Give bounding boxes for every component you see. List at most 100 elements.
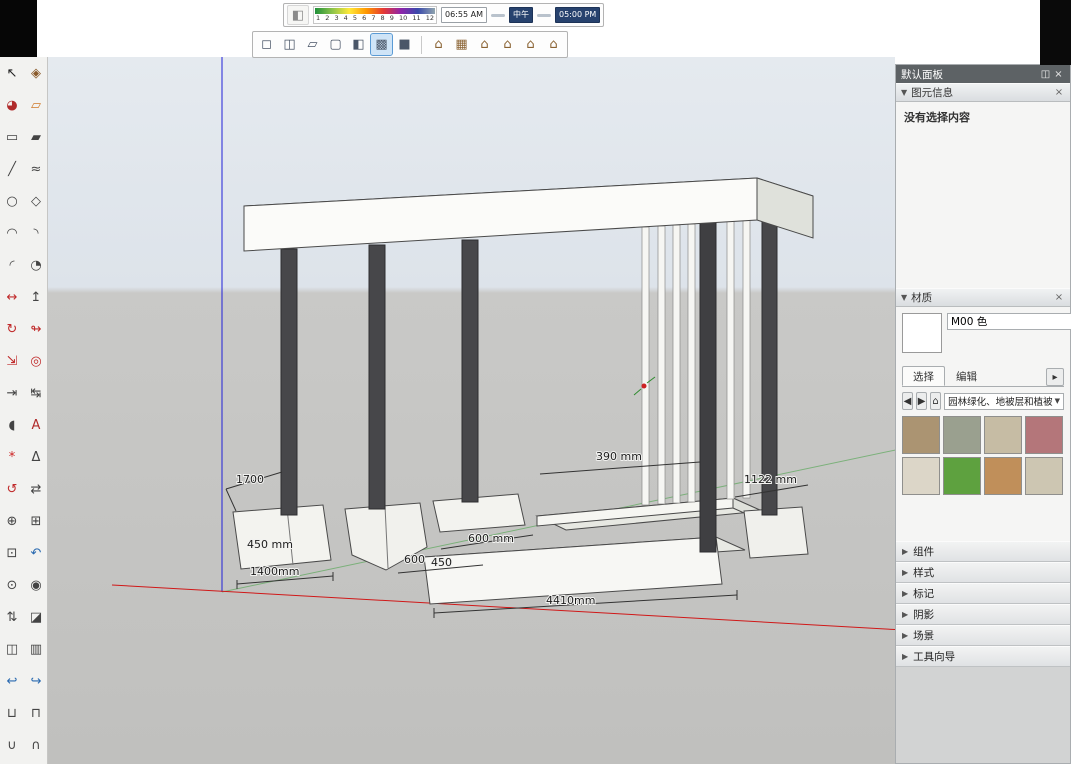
front-view-button[interactable]: ⌂ xyxy=(474,34,495,55)
position-camera-tool[interactable]: ⊙ xyxy=(0,569,24,601)
paint-bucket-tool[interactable]: ◕ xyxy=(0,89,24,121)
shadow-toggle-button[interactable]: ◧ xyxy=(287,5,309,25)
zoom-previous-tool[interactable]: ↶ xyxy=(24,537,48,569)
tab-edit[interactable]: 编辑 xyxy=(945,366,988,386)
orbit-tool[interactable]: ↺ xyxy=(0,473,24,505)
hidden-line-mode-button[interactable]: ▢ xyxy=(325,34,346,55)
xray-mode-button[interactable]: ◻ xyxy=(256,34,277,55)
3d-text-tool[interactable]: Δ xyxy=(24,441,48,473)
entity-info-header[interactable]: ▼ 图元信息 × xyxy=(896,83,1070,102)
shaded-mode-button[interactable]: ◧ xyxy=(348,34,369,55)
close-entity-info-icon[interactable]: × xyxy=(1053,87,1065,98)
swatch-gravel-gray[interactable] xyxy=(943,416,981,454)
polygon-tool[interactable]: ◇ xyxy=(24,185,48,217)
follow-me-tool[interactable]: ↬ xyxy=(24,313,48,345)
left-view-button[interactable]: ⌂ xyxy=(543,34,564,55)
forward-icon[interactable]: ▶ xyxy=(916,392,927,410)
material-category-dropdown[interactable]: 园林绿化、地被层和植被 ▼ xyxy=(944,393,1064,410)
swatch-stone-red[interactable] xyxy=(1025,416,1063,454)
pan-tool[interactable]: ⇄ xyxy=(24,473,48,505)
tab-select[interactable]: 选择 xyxy=(902,366,945,386)
eraser-tool[interactable]: ▱ xyxy=(24,89,48,121)
swatch-mulch-tan[interactable] xyxy=(984,457,1022,495)
tape-measure-tool[interactable]: ⇥ xyxy=(0,377,24,409)
section-instructor[interactable]: ▶ 工具向导 xyxy=(896,646,1070,667)
time-slider-track[interactable] xyxy=(491,14,505,17)
section-display-button[interactable]: ▥ xyxy=(24,633,48,665)
materials-body: + ↻ 选择 编辑 ▸ ◀ ▶ ⌂ 园林绿化、地被层和植被 ▼ xyxy=(896,307,1070,541)
material-name-field[interactable] xyxy=(947,313,1071,330)
intersect-tool[interactable]: ⊓ xyxy=(24,697,48,729)
time-slider-track[interactable] xyxy=(537,14,551,17)
section-components[interactable]: ▶ 组件 xyxy=(896,541,1070,562)
section-styles[interactable]: ▶ 样式 xyxy=(896,562,1070,583)
section-plane-tool[interactable]: ◪ xyxy=(24,601,48,633)
model-svg: 1700 450 mm 1400mm 600 mm 600 450 4410mm… xyxy=(48,57,895,764)
top-view-button[interactable]: ▦ xyxy=(451,34,472,55)
dimension-label: 1700 xyxy=(236,473,264,486)
close-icon[interactable]: × xyxy=(1052,69,1065,80)
walk-tool[interactable]: ⇅ xyxy=(0,601,24,633)
time-end-display[interactable]: 05:00 PM xyxy=(555,7,600,23)
section-label: 样式 xyxy=(913,565,934,580)
back-icon[interactable]: ◀ xyxy=(902,392,913,410)
undo-button[interactable]: ↩ xyxy=(0,665,24,697)
dimension-tool[interactable]: ↹ xyxy=(24,377,48,409)
union-tool[interactable]: ∪ xyxy=(0,729,24,761)
freehand-tool[interactable]: ≈ xyxy=(24,153,48,185)
swatch-pavers-white[interactable] xyxy=(902,457,940,495)
arc-tool[interactable]: ◠ xyxy=(0,217,24,249)
time-start-display[interactable]: 06:55 AM xyxy=(441,7,487,23)
date-slider[interactable]: 123456789101112 xyxy=(313,6,437,24)
pin-icon[interactable]: ◫ xyxy=(1039,69,1052,80)
section-fill-button[interactable]: ◫ xyxy=(0,633,24,665)
pie-tool[interactable]: ◔ xyxy=(24,249,48,281)
in-model-icon[interactable]: ⌂ xyxy=(930,392,941,410)
material-preview[interactable] xyxy=(902,313,942,353)
section-tags[interactable]: ▶ 标记 xyxy=(896,583,1070,604)
tray-title-bar[interactable]: 默认面板 ◫ × xyxy=(896,65,1070,83)
close-materials-icon[interactable]: × xyxy=(1053,292,1065,303)
scale-tool[interactable]: ⇲ xyxy=(0,345,24,377)
swatch-gravel-brown[interactable] xyxy=(902,416,940,454)
right-view-button[interactable]: ⌂ xyxy=(497,34,518,55)
outer-shell-tool[interactable]: ⊔ xyxy=(0,697,24,729)
swatch-grass-green[interactable] xyxy=(943,457,981,495)
push-pull-tool[interactable]: ↥ xyxy=(24,281,48,313)
make-component-tool[interactable]: ◈ xyxy=(24,57,48,89)
axes-tool[interactable]: * xyxy=(0,441,24,473)
two-point-arc-tool[interactable]: ◝ xyxy=(24,217,48,249)
monochrome-mode-button[interactable]: ■ xyxy=(394,34,415,55)
subtract-tool[interactable]: ∩ xyxy=(24,729,48,761)
section-shadows[interactable]: ▶ 阴影 xyxy=(896,604,1070,625)
shaded-textures-mode-button[interactable]: ▩ xyxy=(371,34,392,55)
move-tool[interactable]: ↔ xyxy=(0,281,24,313)
back-edges-mode-button[interactable]: ◫ xyxy=(279,34,300,55)
swatch-pebbles[interactable] xyxy=(984,416,1022,454)
column-4 xyxy=(700,222,716,552)
viewport-canvas[interactable]: 1700 450 mm 1400mm 600 mm 600 450 4410mm… xyxy=(48,57,895,764)
swatch-fence-wood[interactable] xyxy=(1025,457,1063,495)
redo-button[interactable]: ↪ xyxy=(24,665,48,697)
rectangle-tool[interactable]: ▭ xyxy=(0,121,24,153)
section-scenes[interactable]: ▶ 场景 xyxy=(896,625,1070,646)
wireframe-mode-button[interactable]: ▱ xyxy=(302,34,323,55)
offset-tool[interactable]: ◎ xyxy=(24,345,48,377)
details-arrow-button[interactable]: ▸ xyxy=(1046,368,1064,386)
line-tool[interactable]: ╱ xyxy=(0,153,24,185)
iso-view-button[interactable]: ⌂ xyxy=(428,34,449,55)
zoom-window-tool[interactable]: ⊞ xyxy=(24,505,48,537)
dimension-label: 450 xyxy=(431,556,452,569)
rotated-rectangle-tool[interactable]: ▰ xyxy=(24,121,48,153)
look-around-tool[interactable]: ◉ xyxy=(24,569,48,601)
zoom-tool[interactable]: ⊕ xyxy=(0,505,24,537)
circle-tool[interactable]: ○ xyxy=(0,185,24,217)
back-view-button[interactable]: ⌂ xyxy=(520,34,541,55)
three-point-arc-tool[interactable]: ◜ xyxy=(0,249,24,281)
protractor-tool[interactable]: ◖ xyxy=(0,409,24,441)
select-tool[interactable]: ↖ xyxy=(0,57,24,89)
zoom-extents-tool[interactable]: ⊡ xyxy=(0,537,24,569)
text-tool[interactable]: A xyxy=(24,409,48,441)
materials-header[interactable]: ▼ 材质 × xyxy=(896,288,1070,307)
rotate-tool[interactable]: ↻ xyxy=(0,313,24,345)
